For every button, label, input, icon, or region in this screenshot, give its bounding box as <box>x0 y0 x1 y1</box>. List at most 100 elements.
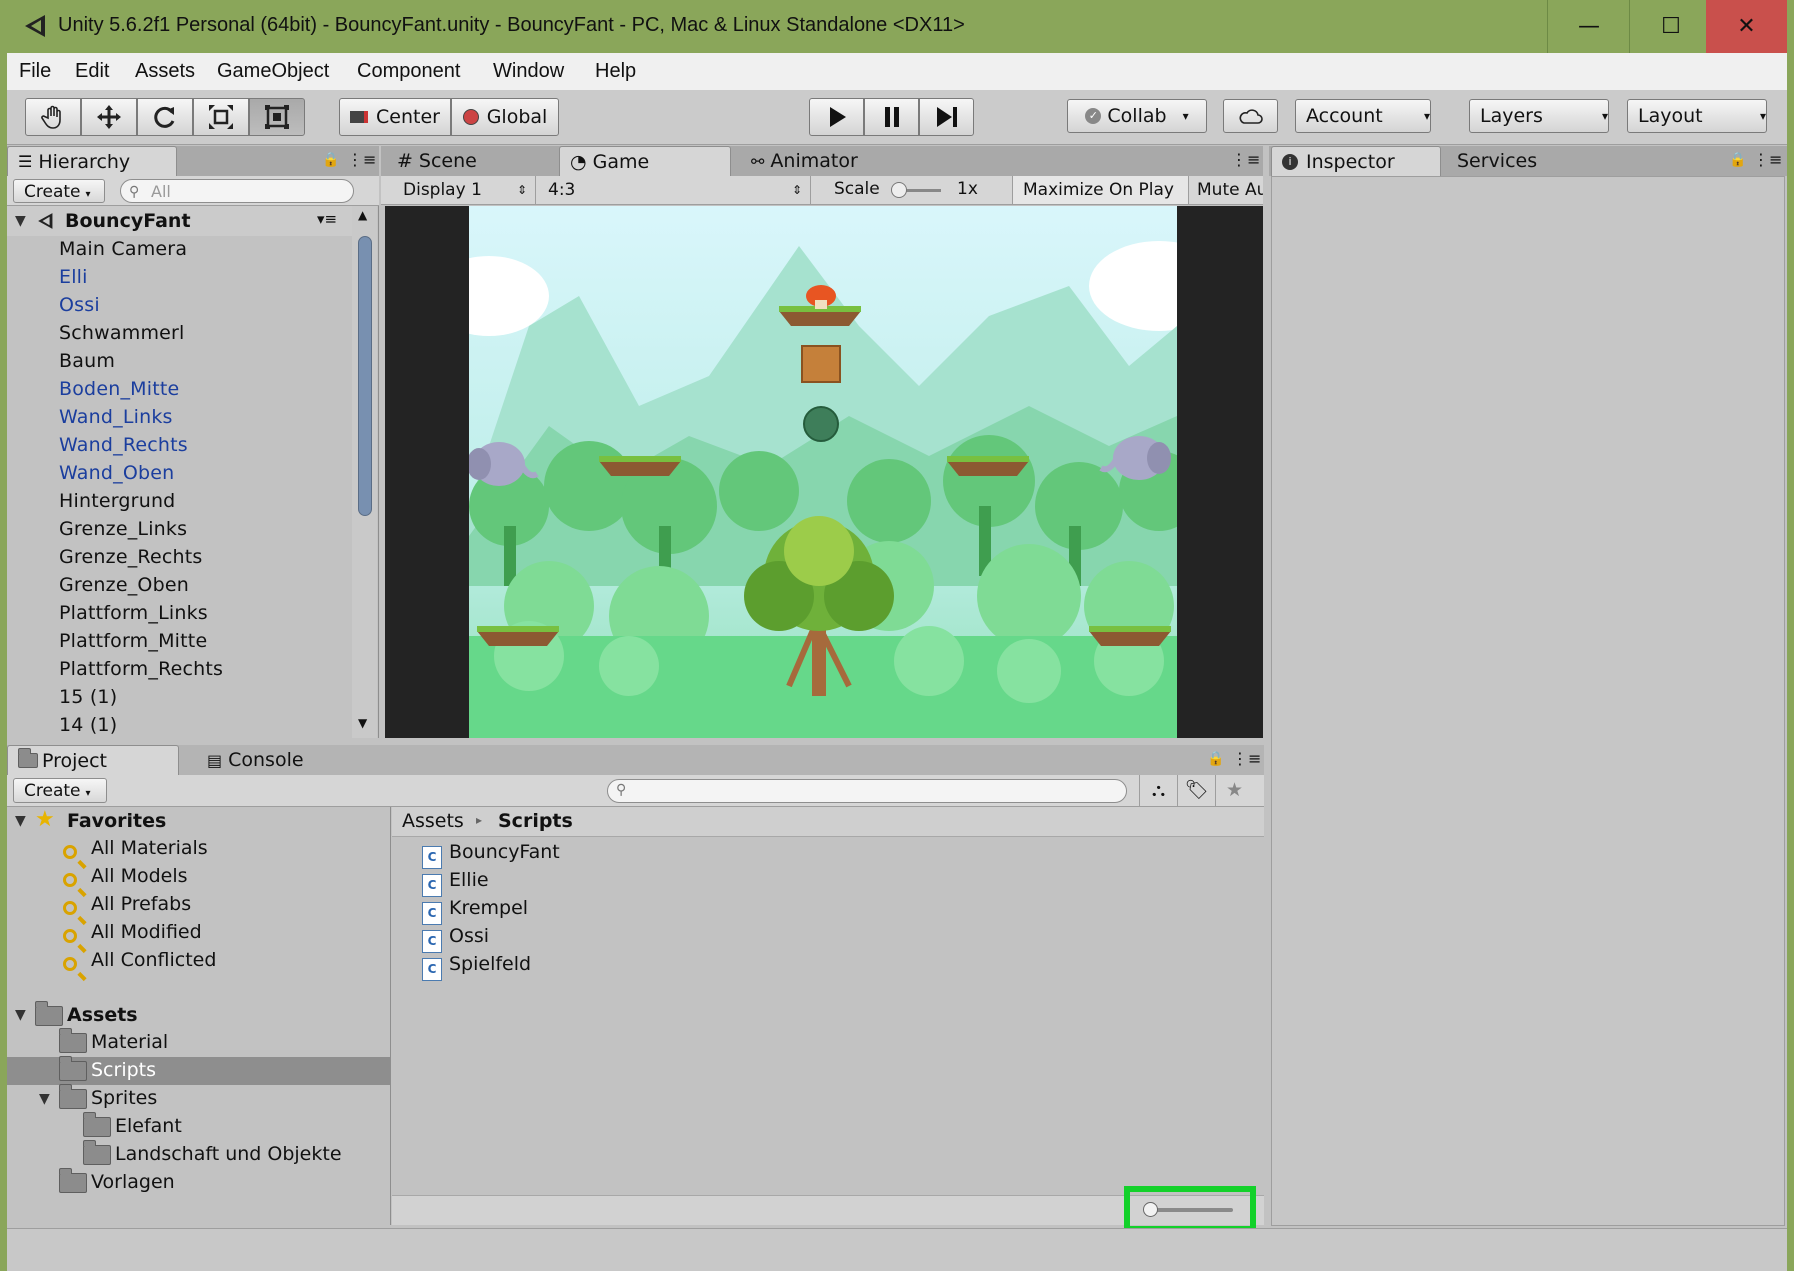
menu-window[interactable]: Window <box>493 60 564 83</box>
scale-tool-button[interactable] <box>193 98 249 136</box>
hierarchy-item[interactable]: Plattform_Rechts <box>7 656 352 684</box>
hierarchy-item[interactable]: Schwammerl <box>7 320 352 348</box>
hierarchy-item[interactable]: Wand_Rechts <box>7 432 352 460</box>
icon-size-slider-thumb[interactable] <box>1143 1202 1158 1217</box>
breadcrumb-assets[interactable]: Assets <box>402 810 464 832</box>
menu-assets[interactable]: Assets <box>135 60 195 83</box>
filter-by-type-button[interactable]: ⛬ <box>1139 775 1177 806</box>
tab-inspector[interactable]: i Inspector <box>1271 146 1441 176</box>
tab-scene[interactable]: # Scene <box>387 146 487 176</box>
inspector-menu-icon[interactable]: ⋮≡ <box>1753 150 1782 169</box>
hierarchy-item[interactable]: Grenze_Links <box>7 516 352 544</box>
mute-audio-toggle[interactable]: Mute Au <box>1189 176 1263 204</box>
pause-button[interactable] <box>864 98 919 136</box>
hierarchy-scroll-thumb[interactable] <box>358 236 372 516</box>
script-item[interactable]: C Ellie <box>422 869 722 897</box>
hierarchy-create-dropdown[interactable]: Create ▾ <box>13 179 105 203</box>
scroll-down-icon[interactable]: ▼ <box>358 716 367 730</box>
hierarchy-item[interactable]: Elli <box>7 264 352 292</box>
scale-slider-thumb[interactable] <box>891 182 907 198</box>
rect-tool-button[interactable] <box>249 98 305 136</box>
script-item[interactable]: C Krempel <box>422 897 722 925</box>
project-search-input[interactable]: ⚲ <box>607 779 1127 803</box>
maximize-on-play-toggle[interactable]: Maximize On Play <box>1012 176 1189 204</box>
menu-help[interactable]: Help <box>595 60 636 83</box>
scroll-up-icon[interactable]: ▲ <box>358 208 367 222</box>
hierarchy-item[interactable]: Ossi <box>7 292 352 320</box>
hierarchy-search-input[interactable]: ⚲ All <box>120 179 354 203</box>
project-create-dropdown[interactable]: Create ▾ <box>13 778 107 803</box>
scale-slider[interactable] <box>891 182 941 198</box>
aspect-dropdown[interactable]: 4:3 ⇕ <box>536 176 811 204</box>
favorite-item[interactable]: All Modified <box>7 919 391 947</box>
hierarchy-item[interactable]: Plattform_Links <box>7 600 352 628</box>
folder-landschaft[interactable]: Landschaft und Objekte <box>7 1140 391 1169</box>
hierarchy-item[interactable]: 14 (1) <box>7 712 352 738</box>
hierarchy-scrollbar[interactable]: ▲ ▼ <box>352 206 377 738</box>
display-dropdown[interactable]: Display 1 ⇕ <box>381 176 536 204</box>
pivot-global-button[interactable]: Global <box>451 98 559 136</box>
minimize-button[interactable]: — <box>1547 0 1630 53</box>
favorite-item[interactable]: All Prefabs <box>7 891 391 919</box>
move-tool-button[interactable] <box>81 98 137 136</box>
hierarchy-item[interactable]: Plattform_Mitte <box>7 628 352 656</box>
folder-elefant[interactable]: Elefant <box>7 1112 391 1141</box>
tab-hierarchy[interactable]: ☰ Hierarchy <box>7 146 177 176</box>
hierarchy-item[interactable]: Wand_Links <box>7 404 352 432</box>
menu-gameobject[interactable]: GameObject <box>217 60 329 83</box>
folder-material[interactable]: Material <box>7 1028 391 1057</box>
collapse-arrow-icon[interactable]: ▼ <box>15 213 26 229</box>
panel-menu-icon[interactable]: ⋮≡ <box>347 150 376 169</box>
favorites-arrow-icon[interactable]: ▼ <box>15 813 26 829</box>
assets-arrow-icon[interactable]: ▼ <box>15 1007 26 1023</box>
cloud-button[interactable] <box>1223 99 1278 133</box>
rotate-tool-button[interactable] <box>137 98 193 136</box>
save-search-button[interactable]: ★ <box>1215 775 1253 806</box>
script-item[interactable]: C Ossi <box>422 925 722 953</box>
favorite-item[interactable]: All Materials <box>7 835 391 863</box>
favorite-item[interactable]: All Models <box>7 863 391 891</box>
hierarchy-item[interactable]: Grenze_Rechts <box>7 544 352 572</box>
folder-scripts[interactable]: Scripts <box>7 1056 391 1085</box>
project-menu-icon[interactable]: ⋮≡ <box>1232 749 1261 768</box>
tab-services[interactable]: Services <box>1447 146 1547 176</box>
favorites-header[interactable]: ▼ ★ Favorites <box>7 807 391 835</box>
close-button[interactable]: ✕ <box>1706 0 1787 53</box>
script-item[interactable]: C BouncyFant <box>422 841 722 869</box>
hierarchy-item[interactable]: Grenze_Oben <box>7 572 352 600</box>
folder-sprites[interactable]: ▼ Sprites <box>7 1084 391 1113</box>
hand-tool-button[interactable] <box>25 98 81 136</box>
sprites-arrow-icon[interactable]: ▼ <box>39 1091 50 1107</box>
assets-header[interactable]: ▼ Assets <box>7 1001 391 1029</box>
tab-game[interactable]: ◔ Game <box>559 146 731 176</box>
inspector-lock-icon[interactable]: 🔒 <box>1729 152 1746 168</box>
favorite-item[interactable]: All Conflicted <box>7 947 391 975</box>
collab-dropdown[interactable]: ✓ Collab <box>1067 99 1207 133</box>
filter-by-label-button[interactable]: 🏷 <box>1177 775 1215 806</box>
folder-vorlagen[interactable]: Vorlagen <box>7 1168 391 1197</box>
icon-size-slider[interactable] <box>1143 1202 1233 1217</box>
maximize-button[interactable]: ☐ <box>1629 0 1712 53</box>
play-button[interactable] <box>809 98 864 136</box>
account-dropdown[interactable]: Account <box>1295 99 1431 133</box>
lock-icon[interactable]: 🔒 <box>322 152 339 168</box>
layers-dropdown[interactable]: Layers <box>1469 99 1609 133</box>
step-button[interactable] <box>919 98 974 136</box>
hierarchy-item[interactable]: Main Camera <box>7 236 352 264</box>
layout-dropdown[interactable]: Layout <box>1627 99 1767 133</box>
pivot-center-button[interactable]: Center <box>339 98 451 136</box>
tab-console[interactable]: ▤ Console <box>197 745 314 775</box>
tab-project[interactable]: Project <box>7 745 179 775</box>
hierarchy-item[interactable]: Boden_Mitte <box>7 376 352 404</box>
game-viewport[interactable] <box>385 206 1263 738</box>
game-panel-menu-icon[interactable]: ⋮≡ <box>1231 150 1260 169</box>
menu-component[interactable]: Component <box>357 60 460 83</box>
hierarchy-item[interactable]: Wand_Oben <box>7 460 352 488</box>
scene-menu-icon[interactable]: ▾≡ <box>317 210 337 228</box>
project-lock-icon[interactable]: 🔒 <box>1207 751 1224 767</box>
menu-file[interactable]: File <box>19 60 51 83</box>
hierarchy-item[interactable]: Baum <box>7 348 352 376</box>
breadcrumb-scripts[interactable]: Scripts <box>498 810 573 832</box>
menu-edit[interactable]: Edit <box>75 60 109 83</box>
hierarchy-item[interactable]: 15 (1) <box>7 684 352 712</box>
